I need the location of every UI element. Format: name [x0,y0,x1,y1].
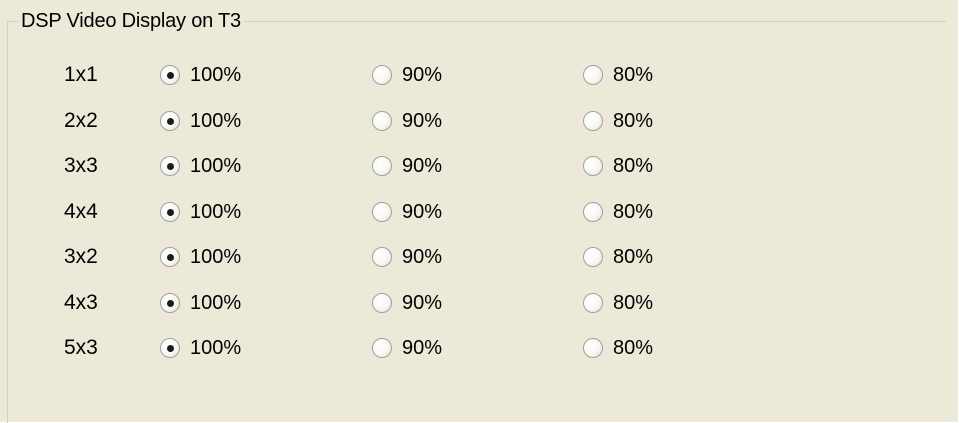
layout-label: 1x1 [64,63,98,86]
radio-unchecked-icon[interactable] [583,65,603,85]
scale-option-label: 100% [190,64,242,86]
radio-unchecked-icon[interactable] [583,247,603,267]
radio-unchecked-icon[interactable] [372,110,392,131]
scale-option-label: 100% [190,155,242,177]
scale-option-80-percent[interactable]: 80% [583,63,653,87]
radio-unchecked-icon[interactable] [372,65,392,85]
scale-option-label: 90% [402,337,443,359]
scale-option-label: 100% [190,200,242,223]
layout-label: 5x3 [64,336,98,359]
scale-option-80-percent[interactable]: 80% [583,336,653,360]
scale-option-label: 90% [402,155,443,177]
radio-checked-icon[interactable] [160,292,180,313]
scale-option-100-percent[interactable]: 100% [160,291,241,315]
scale-option-label: 80% [613,155,654,177]
radio-dot-icon [167,254,174,261]
radio-dot-icon [167,163,174,170]
scale-option-label: 100% [190,337,242,359]
scale-option-label: 80% [613,246,654,268]
scale-option-label: 80% [613,109,654,132]
radio-dot-icon [167,72,174,79]
scale-option-100-percent[interactable]: 100% [160,336,241,360]
layout-label: 4x3 [64,290,98,314]
radio-checked-icon[interactable] [160,338,180,358]
scale-option-100-percent[interactable]: 100% [160,245,241,269]
layout-row-3x3: 3x3 100% 90% 80% [0,149,959,183]
scale-option-80-percent[interactable]: 80% [583,200,653,224]
scale-option-80-percent[interactable]: 80% [583,245,653,269]
radio-dot-icon [167,299,174,307]
radio-checked-icon[interactable] [160,110,180,131]
layout-row-5x3: 5x3 100% 90% 80% [0,331,959,365]
radio-checked-icon[interactable] [160,201,180,222]
radio-dot-icon [167,117,174,125]
scale-option-100-percent[interactable]: 100% [160,63,241,87]
scale-option-label: 80% [613,64,654,86]
radio-unchecked-icon[interactable] [583,201,603,222]
scale-option-100-percent[interactable]: 100% [160,154,241,178]
layout-row-3x2: 3x2 100% 90% 80% [0,240,959,274]
scale-option-80-percent[interactable]: 80% [583,109,653,133]
radio-unchecked-icon[interactable] [583,292,603,313]
scale-option-90-percent[interactable]: 90% [372,336,442,360]
scale-option-label: 80% [613,291,654,314]
scale-option-90-percent[interactable]: 90% [372,109,442,133]
scale-option-90-percent[interactable]: 90% [372,200,442,224]
group-title: DSP Video Display on T3 [18,9,244,33]
layout-label: 3x2 [64,245,98,268]
layout-label: 3x3 [64,154,98,177]
radio-unchecked-icon[interactable] [372,156,392,176]
radio-unchecked-icon[interactable] [372,247,392,267]
scale-option-label: 80% [613,337,654,359]
radio-unchecked-icon[interactable] [583,156,603,176]
scale-option-90-percent[interactable]: 90% [372,291,442,315]
radio-checked-icon[interactable] [160,156,180,176]
radio-dot-icon [167,208,174,216]
scale-option-label: 90% [402,109,443,132]
layout-row-4x4: 4x4 100% 90% 80% [0,195,959,229]
scale-option-80-percent[interactable]: 80% [583,291,653,315]
scale-option-80-percent[interactable]: 80% [583,154,653,178]
radio-unchecked-icon[interactable] [372,338,392,358]
layout-label: 4x4 [64,199,98,223]
scale-option-label: 90% [402,64,443,86]
scale-option-label: 100% [190,246,242,268]
scale-option-label: 90% [402,291,443,314]
layout-label: 2x2 [64,108,98,132]
scale-option-90-percent[interactable]: 90% [372,245,442,269]
layout-row-1x1: 1x1 100% 90% 80% [0,58,959,92]
scale-option-90-percent[interactable]: 90% [372,154,442,178]
scale-option-label: 100% [190,109,242,132]
scale-option-100-percent[interactable]: 100% [160,200,241,224]
scale-option-label: 90% [402,200,443,223]
scale-option-100-percent[interactable]: 100% [160,109,241,133]
layout-row-4x3: 4x3 100% 90% 80% [0,286,959,320]
scale-option-label: 90% [402,246,443,268]
radio-unchecked-icon[interactable] [583,110,603,131]
scale-option-label: 80% [613,200,654,223]
radio-checked-icon[interactable] [160,247,180,267]
radio-unchecked-icon[interactable] [583,338,603,358]
scale-option-label: 100% [190,291,242,314]
radio-unchecked-icon[interactable] [372,292,392,313]
layout-row-2x2: 2x2 100% 90% 80% [0,104,959,138]
radio-checked-icon[interactable] [160,65,180,85]
dsp-video-display-panel: DSP Video Display on T3 1x1 100% 90% 80% 2x2… [0,0,959,423]
radio-unchecked-icon[interactable] [372,201,392,222]
scale-option-90-percent[interactable]: 90% [372,63,442,87]
radio-dot-icon [167,345,174,352]
